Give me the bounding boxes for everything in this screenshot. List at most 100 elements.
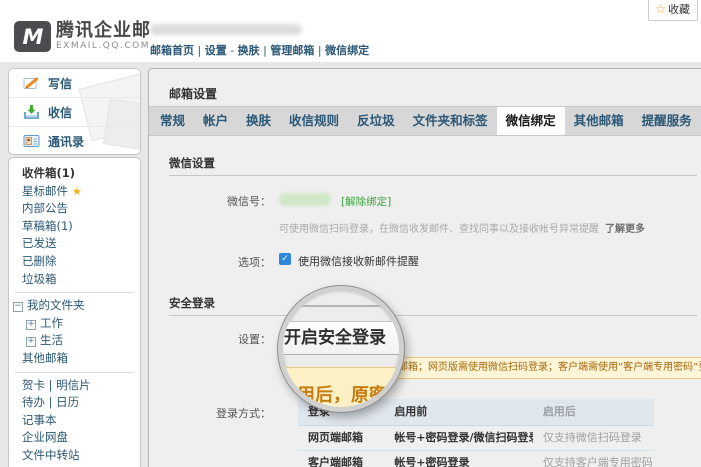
brand-title: 腾讯企业邮 xyxy=(56,22,151,40)
table-row: 客户端邮箱帐号+密码登录仅支持客户端专用密码 xyxy=(298,451,654,467)
magnifier-glass: 开启安全登录 启用后，原密 xyxy=(278,286,404,412)
exmail-logo[interactable]: M 腾讯企业邮 EXMAIL.QQ.COM xyxy=(14,21,151,52)
table-row: 网页端邮箱帐号+密码登录/微信扫码登录仅支持微信扫码登录 xyxy=(298,426,654,451)
sidebar-item-label: 垃圾箱 xyxy=(22,272,57,286)
sidebar-item-label: 其他邮箱 xyxy=(22,351,68,365)
sidebar-item[interactable]: + 生活 xyxy=(9,332,140,350)
security-notice: 登录邮箱；网页版需使用微信扫码登录；客户端需使用“客户端专用密码”登录 xyxy=(371,357,701,379)
sidebar-item[interactable]: 内部公告 xyxy=(9,200,140,218)
table-cell: 帐号+密码登录 xyxy=(384,451,533,467)
table-cell: 帐号+密码登录/微信扫码登录 xyxy=(384,426,533,450)
header-nav-link[interactable]: 管理邮箱 xyxy=(270,44,314,57)
sidebar-item-label: 记事本 xyxy=(22,413,57,427)
new-mail-notify-label: 使用微信接收新邮件提醒 xyxy=(298,253,419,269)
sidebar-item[interactable]: 记事本 xyxy=(9,412,140,430)
wechat-id-redacted xyxy=(279,193,331,206)
sidebar-item[interactable]: 草稿箱(1) xyxy=(9,218,140,236)
sidebar-item[interactable]: 企业网盘 xyxy=(9,429,140,447)
magnified-notice-area: 启用后，原密 xyxy=(278,367,404,409)
section-divider xyxy=(169,315,697,316)
sidebar-item-label: 我的文件夹 xyxy=(27,298,85,312)
section-title-wechat: 微信设置 xyxy=(169,155,215,171)
sidebar-item[interactable]: 文件中转站 xyxy=(9,447,140,465)
sidebar-item-label: 收件箱(1) xyxy=(22,166,75,180)
tab-收信规则[interactable]: 收信规则 xyxy=(280,107,348,135)
tab-其他邮箱[interactable]: 其他邮箱 xyxy=(565,107,633,135)
receive-icon xyxy=(22,104,40,120)
tab-微信绑定[interactable]: 微信绑定 xyxy=(497,107,565,135)
sidebar-folders-box: 收件箱(1)星标邮件★内部公告草稿箱(1)已发送已删除垃圾箱−我的文件夹+工作+… xyxy=(8,157,141,467)
sidebar-item-label: 草稿箱(1) xyxy=(22,219,73,233)
login-mode-label: 登录方式： xyxy=(169,405,271,421)
contacts-icon xyxy=(22,133,40,149)
table-header-cell: 启用前 xyxy=(384,399,533,425)
header-nav-link[interactable]: 邮箱首页 xyxy=(150,44,194,57)
favorite-label: 收藏 xyxy=(668,3,690,16)
compose-icon xyxy=(22,75,40,91)
magnified-divider xyxy=(283,305,399,307)
sidebar-item[interactable]: + 工作 xyxy=(9,315,140,333)
section-divider xyxy=(169,175,697,176)
header-nav-link[interactable]: 设置 xyxy=(205,44,227,57)
learn-more-link[interactable]: 了解更多 xyxy=(605,224,645,235)
expand-icon[interactable]: + xyxy=(26,337,36,347)
header-nav: 邮箱首页 | 设置 - 换肤 | 管理邮箱 | 微信绑定 xyxy=(150,42,369,58)
header-nav-separator: | xyxy=(194,44,205,57)
table-cell: 客户端邮箱 xyxy=(298,451,384,467)
tab-文件夹和标签[interactable]: 文件夹和标签 xyxy=(404,107,497,135)
sidebar-item[interactable]: 垃圾箱 xyxy=(9,271,140,289)
sidebar-item[interactable]: −我的文件夹 xyxy=(9,297,140,315)
wechat-description: 可使用微信扫码登录，在微信收发邮件、查找同事以及接收帐号异常提醒了解更多 xyxy=(279,220,645,235)
tab-帐户[interactable]: 帐户 xyxy=(194,107,237,135)
sidebar-item-label: 生活 xyxy=(40,333,63,347)
tab-常规[interactable]: 常规 xyxy=(151,107,194,135)
expand-icon[interactable]: + xyxy=(26,320,36,330)
section-title-security: 安全登录 xyxy=(169,295,215,311)
sidebar-item-label: 已发送 xyxy=(22,236,57,250)
sidebar-item[interactable]: 已发送 xyxy=(9,235,140,253)
collapse-icon[interactable]: − xyxy=(13,302,23,312)
sidebar-item[interactable]: 星标邮件★ xyxy=(9,183,140,201)
account-email-redacted xyxy=(150,24,302,35)
magnified-notice-text: 启用后，原密 xyxy=(279,381,404,407)
sidebar-item-label: 工作 xyxy=(40,316,63,330)
sidebar-item-label: 待办 | 日历 xyxy=(22,395,79,409)
sidebar-item[interactable]: 其他邮箱 xyxy=(9,350,140,368)
tab-换肤[interactable]: 换肤 xyxy=(237,107,280,135)
table-header-cell: 启用后 xyxy=(533,399,654,425)
star-outline-icon: ☆ xyxy=(655,2,666,16)
brand-subtitle: EXMAIL.QQ.COM xyxy=(56,42,151,51)
sidebar-item-label: 已删除 xyxy=(22,254,57,268)
workspace: 写信 收信 通讯录 收件箱(1) 星标邮件★内部公告草稿箱(1) 已发送已删除垃圾箱… xyxy=(0,62,701,467)
sidebar-item[interactable]: 贺卡 | 明信片 xyxy=(9,377,140,395)
receive-mail-button[interactable]: 收信 xyxy=(9,97,140,126)
action-label: 写信 xyxy=(48,75,72,92)
contacts-button[interactable]: 通讯录 xyxy=(9,126,140,155)
header-nav-link[interactable]: 微信绑定 xyxy=(325,44,369,57)
enable-secure-login-button[interactable]: 开启安全登录 xyxy=(278,321,404,355)
header-nav-link[interactable]: 换肤 xyxy=(238,44,260,57)
sidebar-item[interactable]: 收件箱(1) xyxy=(9,165,140,183)
sidebar-divider xyxy=(15,292,134,293)
settings-tabbar: 常规帐户换肤收信规则反垃圾文件夹和标签微信绑定其他邮箱提醒服务客户端设置 xyxy=(149,106,701,136)
wechat-description-text: 可使用微信扫码登录，在微信收发邮件、查找同事以及接收帐号异常提醒 xyxy=(279,224,599,235)
header-nav-separator: - xyxy=(227,44,238,57)
page-title: 邮箱设置 xyxy=(169,85,217,102)
star-icon: ★ xyxy=(72,185,82,198)
sidebar-item[interactable]: 已删除 xyxy=(9,253,140,271)
sidebar-item-label: 企业网盘 xyxy=(22,430,68,444)
sidebar-item-label: 文件中转站 xyxy=(22,448,80,462)
exmail-logo-icon: M xyxy=(14,21,51,52)
exmail-logo-text: 腾讯企业邮 EXMAIL.QQ.COM xyxy=(56,22,151,51)
compose-mail-button[interactable]: 写信 xyxy=(9,69,140,97)
favorite-button[interactable]: ☆收藏 xyxy=(648,0,698,21)
sidebar-divider xyxy=(15,372,134,373)
top-bar: M 腾讯企业邮 EXMAIL.QQ.COM 邮箱首页 | 设置 - 换肤 | 管… xyxy=(0,0,701,62)
tab-反垃圾[interactable]: 反垃圾 xyxy=(348,107,404,135)
unbind-link[interactable]: [解除绑定] xyxy=(341,194,391,209)
new-mail-notify-checkbox[interactable]: ✓ xyxy=(279,253,291,265)
sidebar-item-label: 贺卡 | 明信片 xyxy=(22,378,91,392)
tab-提醒服务[interactable]: 提醒服务 xyxy=(633,107,701,135)
table-cell: 仅支持微信扫码登录 xyxy=(533,426,654,450)
sidebar-item[interactable]: 待办 | 日历 xyxy=(9,394,140,412)
